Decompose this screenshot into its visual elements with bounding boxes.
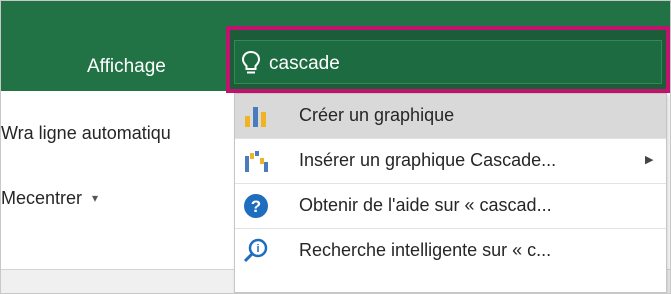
- bar-chart-icon: [245, 107, 266, 127]
- svg-text:?: ?: [251, 197, 261, 216]
- menu-item-get-help[interactable]: ? Obtenir de l'aide sur « cascad...: [235, 184, 666, 228]
- merge-center-button[interactable]: Mecentrer ▾: [1, 188, 98, 209]
- menu-item-label: Insérer un graphique Cascade...: [299, 150, 557, 170]
- merge-center-label: Mecentrer: [1, 188, 83, 208]
- svg-text:i: i: [256, 243, 259, 255]
- tell-me-dropdown: Créer un graphique Insérer un graphique …: [234, 93, 667, 293]
- menu-item-label: Recherche intelligente sur « c...: [299, 240, 552, 260]
- chevron-down-icon[interactable]: ▾: [92, 191, 98, 205]
- tab-affichage[interactable]: Affichage: [87, 56, 166, 78]
- menu-item-label: Créer un graphique: [299, 105, 455, 125]
- chevron-right-icon: ▶: [645, 154, 654, 166]
- waterfall-chart-icon: [245, 151, 268, 172]
- menu-item-label: Obtenir de l'aide sur « cascad...: [299, 195, 552, 215]
- smart-lookup-icon: i: [243, 238, 268, 263]
- menu-item-smart-lookup[interactable]: i Recherche intelligente sur « c...: [235, 229, 666, 273]
- tell-me-input[interactable]: cascade: [269, 53, 340, 75]
- help-icon: ?: [244, 194, 268, 218]
- menu-item-insert-waterfall[interactable]: Insérer un graphique Cascade... ▶: [235, 139, 666, 183]
- excel-window: Affichage Wra ligne automatiqu Mecentrer…: [0, 0, 671, 294]
- menu-item-create-chart[interactable]: Créer un graphique: [235, 94, 666, 138]
- tell-me-highlight: cascade: [226, 26, 670, 93]
- wrap-text-button[interactable]: Wra ligne automatiqu: [1, 123, 237, 144]
- lightbulb-icon: [241, 50, 261, 74]
- tell-me-search-box[interactable]: cascade: [234, 40, 662, 84]
